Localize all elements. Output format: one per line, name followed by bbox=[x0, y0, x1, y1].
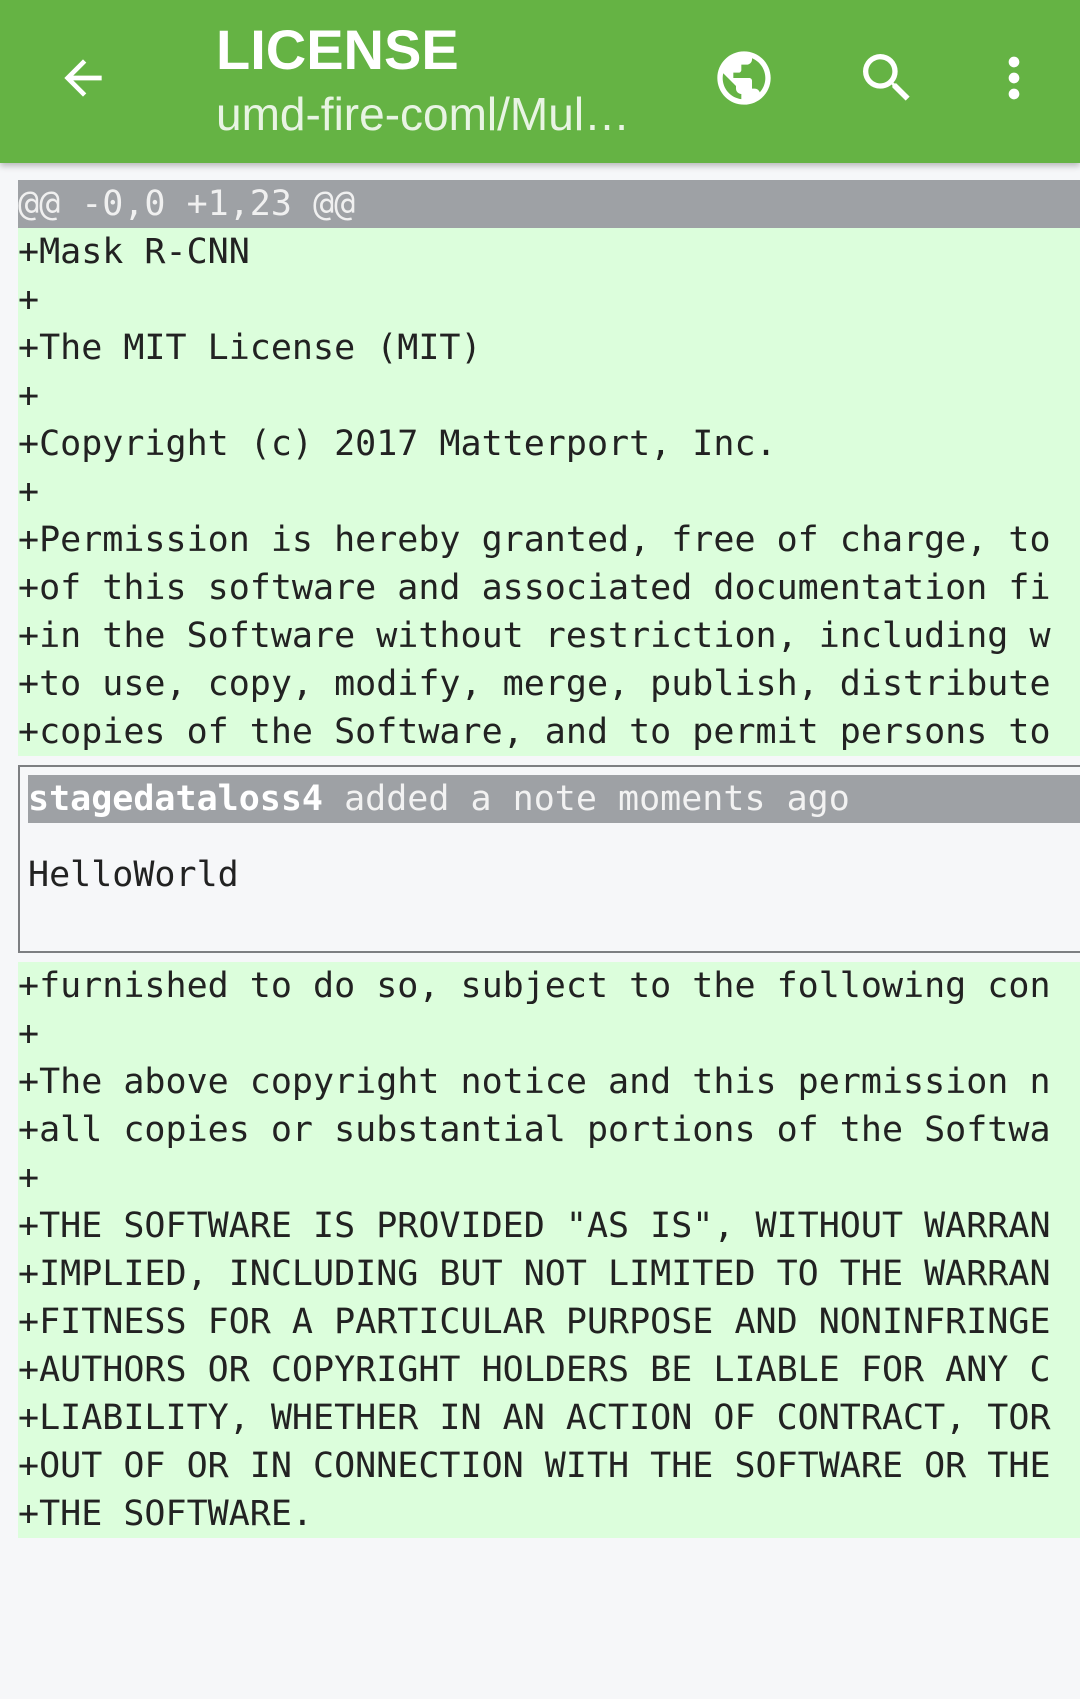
note-body: HelloWorld bbox=[28, 855, 239, 895]
diff-line[interactable]: +The MIT License (MIT) bbox=[18, 324, 1080, 372]
title-area: LICENSE umd-fire-coml/Mul… bbox=[216, 16, 656, 144]
diff-line[interactable]: +THE SOFTWARE. bbox=[18, 1490, 1080, 1538]
diff-line[interactable]: +Permission is hereby granted, free of c… bbox=[18, 516, 1080, 564]
globe-icon[interactable] bbox=[712, 46, 776, 110]
more-options-icon[interactable] bbox=[982, 46, 1046, 110]
repository-subtitle: umd-fire-coml/Mul… bbox=[216, 88, 631, 140]
diff-line[interactable]: + bbox=[18, 468, 1080, 516]
page-title: LICENSE bbox=[216, 18, 459, 81]
diff-line[interactable]: +Mask R-CNN bbox=[18, 228, 1080, 276]
review-note[interactable]: stagedataloss4 added a note moments ago … bbox=[18, 765, 1080, 953]
hunk-header: @@ -0,0 +1,23 @@ bbox=[18, 180, 1080, 228]
search-icon[interactable] bbox=[855, 46, 919, 110]
diff-line[interactable]: +The above copyright notice and this per… bbox=[18, 1058, 1080, 1106]
diff-view: @@ -0,0 +1,23 @@ +Mask R-CNN + +The MIT Li… bbox=[18, 180, 1080, 1538]
diff-line[interactable]: +Copyright (c) 2017 Matterport, Inc. bbox=[18, 420, 1080, 468]
diff-line[interactable]: +in the Software without restriction, in… bbox=[18, 612, 1080, 660]
diff-line[interactable]: + bbox=[18, 276, 1080, 324]
diff-line[interactable]: +all copies or substantial portions of t… bbox=[18, 1106, 1080, 1154]
diff-line[interactable]: +furnished to do so, subject to the foll… bbox=[18, 962, 1080, 1010]
added-lines-block: +furnished to do so, subject to the foll… bbox=[18, 962, 1080, 1538]
diff-line[interactable]: +LIABILITY, WHETHER IN AN ACTION OF CONT… bbox=[18, 1394, 1080, 1442]
diff-line[interactable]: +FITNESS FOR A PARTICULAR PURPOSE AND NO… bbox=[18, 1298, 1080, 1346]
diff-line[interactable]: +AUTHORS OR COPYRIGHT HOLDERS BE LIABLE … bbox=[18, 1346, 1080, 1394]
note-author[interactable]: stagedataloss4 bbox=[28, 779, 323, 819]
added-lines-block: +Mask R-CNN + +The MIT License (MIT) + +Copy… bbox=[18, 228, 1080, 756]
note-action: added a note moments ago bbox=[323, 779, 850, 819]
diff-line[interactable]: +THE SOFTWARE IS PROVIDED "AS IS", WITHO… bbox=[18, 1202, 1080, 1250]
diff-line[interactable]: + bbox=[18, 1154, 1080, 1202]
diff-line[interactable]: +of this software and associated documen… bbox=[18, 564, 1080, 612]
diff-line[interactable]: +IMPLIED, INCLUDING BUT NOT LIMITED TO T… bbox=[18, 1250, 1080, 1298]
diff-line[interactable]: +copies of the Software, and to permit p… bbox=[18, 708, 1080, 756]
diff-line[interactable]: +OUT OF OR IN CONNECTION WITH THE SOFTWA… bbox=[18, 1442, 1080, 1490]
note-header: stagedataloss4 added a note moments ago bbox=[28, 775, 1080, 823]
app-bar: LICENSE umd-fire-coml/Mul… bbox=[0, 0, 1080, 163]
diff-line[interactable]: + bbox=[18, 1010, 1080, 1058]
back-arrow-icon[interactable] bbox=[55, 50, 111, 106]
diff-line[interactable]: + bbox=[18, 372, 1080, 420]
diff-line[interactable]: +to use, copy, modify, merge, publish, d… bbox=[18, 660, 1080, 708]
